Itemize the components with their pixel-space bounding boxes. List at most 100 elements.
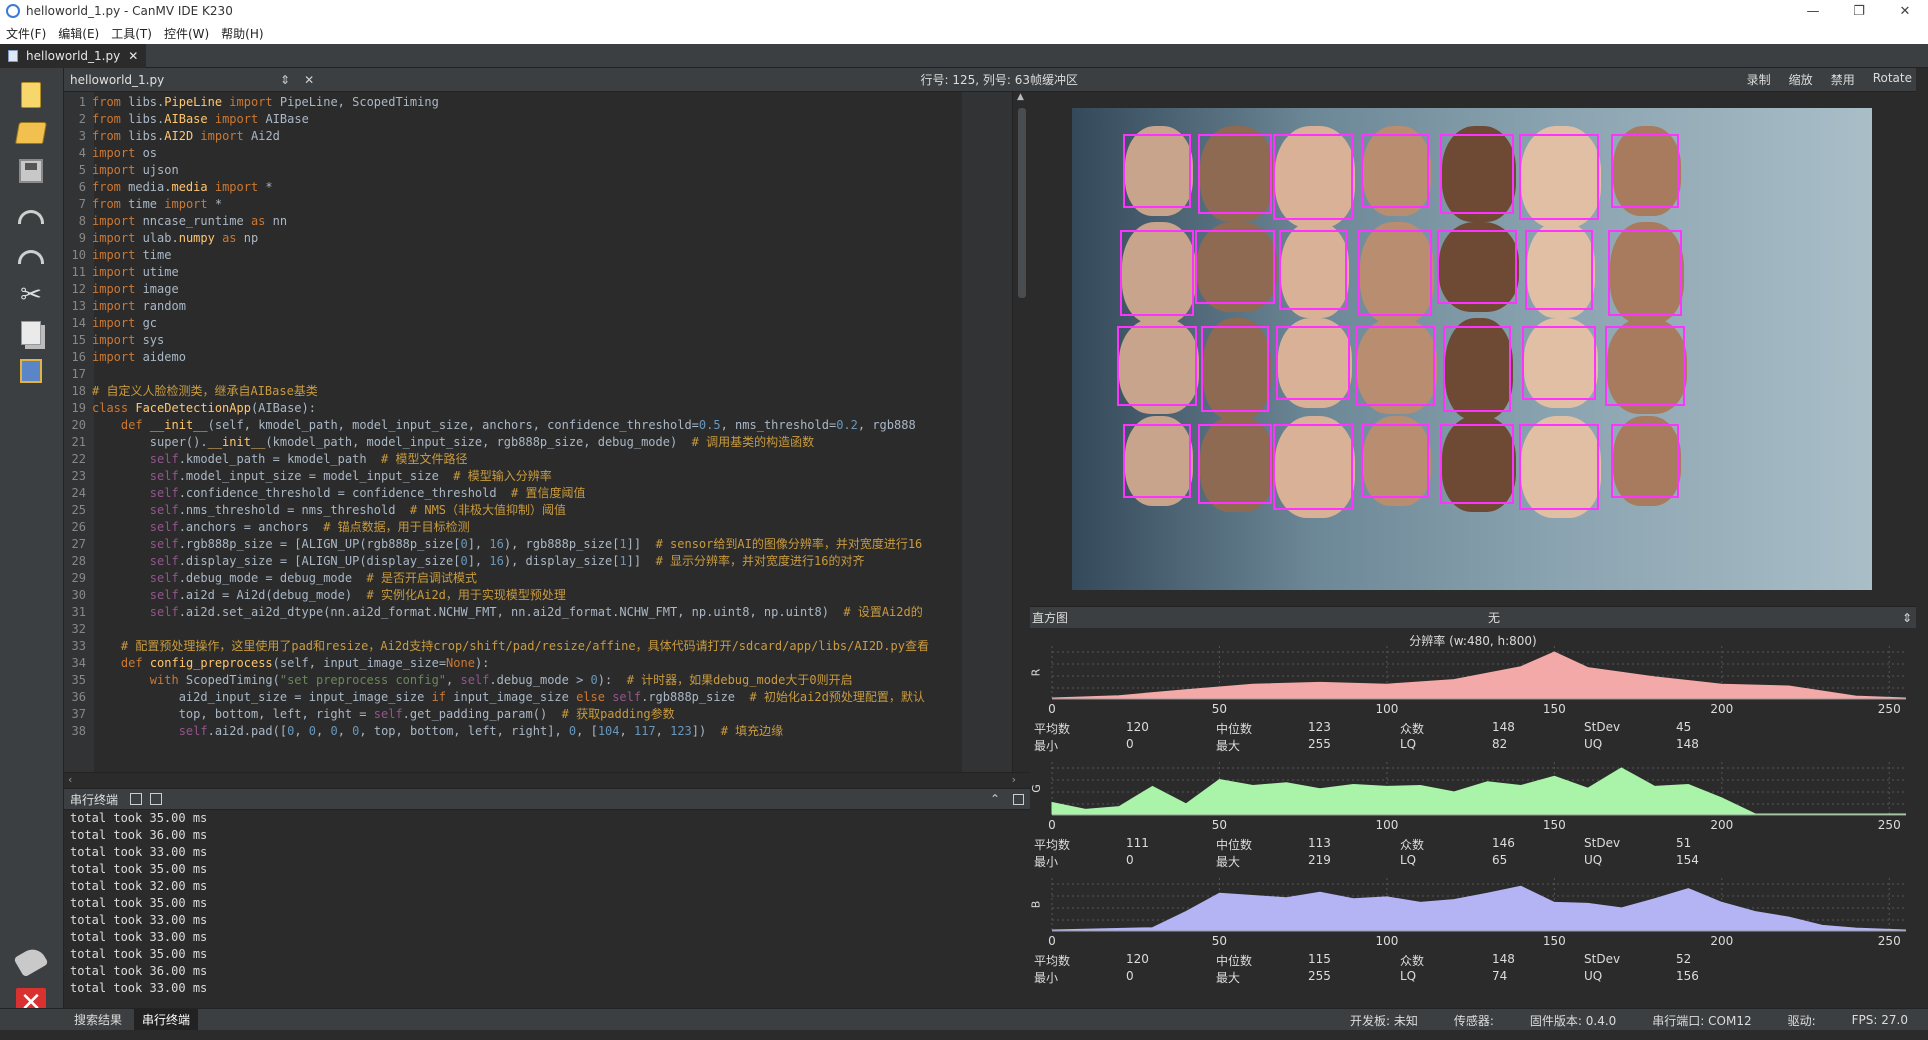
code-text: self.ai2d.pad([0, 0, 0, 0, top, bottom, … — [178, 724, 784, 738]
stat-cell: UQ — [1584, 737, 1603, 751]
driver-status: 驱动: — [1787, 1013, 1816, 1028]
close-window-button[interactable]: ✕ — [1882, 0, 1928, 22]
scroll-left-icon[interactable]: ‹ — [68, 773, 72, 786]
file-tab[interactable]: helloworld_1.py ✕ — [0, 43, 147, 68]
framebuffer-actions: 录制 缩放 禁用 Rotate — [1747, 71, 1912, 88]
disable-button[interactable]: 禁用 — [1831, 71, 1855, 88]
terminal-line: total took 35.00 ms — [70, 947, 208, 961]
line-number: 16 — [71, 350, 86, 364]
cut-button[interactable]: ✂ — [14, 278, 48, 312]
line-number: 27 — [71, 537, 86, 551]
file-switch-icon[interactable]: ⇕ — [280, 73, 290, 87]
line-number: 9 — [78, 231, 86, 245]
code-line: 19 class FaceDetectionApp(AIBase): — [64, 400, 1020, 417]
editor-horizontal-scrollbar[interactable]: ‹ › — [64, 772, 1030, 788]
maximize-pane-icon[interactable] — [1013, 793, 1024, 805]
app-icon — [6, 4, 20, 18]
x-tick-labels: 0 50 100 150 200 250 — [1030, 934, 1916, 948]
menu-tools[interactable]: 工具(T) — [105, 25, 158, 42]
face-detection-box — [1198, 424, 1272, 504]
line-number: 15 — [71, 333, 86, 347]
stats-row: 最小 0 最大 219 LQ 65 UQ 154 — [1030, 853, 1916, 870]
undo-button[interactable] — [14, 200, 48, 234]
close-editor-button[interactable]: ✕ — [304, 73, 314, 87]
code-line: 6 from media.media import * — [64, 179, 1020, 196]
editor-vertical-scrollbar[interactable]: ▲ — [1012, 92, 1030, 772]
code-line: 3 from libs.AI2D import Ai2d — [64, 128, 1020, 145]
new-file-icon — [21, 82, 41, 108]
menu-widgets[interactable]: 控件(W) — [158, 25, 215, 42]
collapse-up-icon[interactable]: ⌃ — [990, 792, 1000, 806]
code-line: 8 import nncase_runtime as nn — [64, 213, 1020, 230]
rotate-button[interactable]: Rotate — [1873, 71, 1912, 88]
save-icon — [19, 159, 43, 183]
face-detection-box — [1361, 424, 1429, 498]
line-number: 4 — [78, 146, 86, 160]
line-number: 31 — [71, 605, 86, 619]
face-detection-box — [1273, 134, 1353, 220]
face-detection-box — [1361, 134, 1429, 208]
zoom-button[interactable]: 缩放 — [1789, 71, 1813, 88]
terminal-input-icon[interactable] — [130, 793, 143, 805]
menu-edit[interactable]: 编辑(E) — [52, 25, 105, 42]
save-button[interactable] — [14, 154, 48, 188]
face-detection-box — [1276, 326, 1350, 400]
face-detection-box — [1522, 326, 1596, 400]
select-arrow-icon[interactable]: ⇕ — [1902, 611, 1912, 625]
serial-terminal[interactable]: total took 35.00 ms total took 36.00 ms to… — [64, 810, 1020, 1006]
line-number: 8 — [78, 214, 86, 228]
connect-button[interactable] — [13, 944, 49, 978]
code-line: 21 super().__init__(kmodel_path, model_i… — [64, 434, 1020, 451]
x-tick-label: 200 — [1710, 934, 1734, 948]
code-text: # 自定义人脸检测类，继承自AIBase基类 — [92, 384, 318, 398]
histogram-stats: 平均数 120 中位数 123 众数 148 StDev 45 最小 0 最大 255 LQ 82 UQ 14… — [1030, 720, 1916, 754]
copy-button[interactable] — [14, 316, 48, 350]
code-line: 15 import sys — [64, 332, 1020, 349]
file-tab-close-button[interactable]: ✕ — [128, 49, 138, 63]
x-tick-label: 250 — [1877, 702, 1901, 716]
tab-serial-terminal[interactable]: 串行终端 — [134, 1009, 199, 1030]
stat-cell: LQ — [1400, 853, 1417, 867]
code-line: 12 import image — [64, 281, 1020, 298]
code-text: from time import * — [92, 197, 223, 211]
code-text: def __init__(self, kmodel_path, model_in… — [120, 418, 916, 432]
face-detection-box — [1201, 326, 1269, 412]
line-number: 6 — [78, 180, 86, 194]
line-number: 12 — [71, 282, 86, 296]
face-detection-box — [1120, 230, 1194, 316]
code-line: 29 self.debug_mode = debug_mode # 是否开启调试… — [64, 570, 1020, 587]
face-detection-box — [1440, 424, 1514, 504]
scroll-right-icon[interactable]: › — [1012, 773, 1016, 786]
code-text: self.model_input_size = model_input_size… — [149, 469, 552, 483]
face-detection-box — [1437, 230, 1517, 304]
stats-row: 平均数 111 中位数 113 众数 146 StDev 51 — [1030, 836, 1916, 853]
x-tick-label: 50 — [1211, 934, 1228, 948]
code-text: self.kmodel_path = kmodel_path # 模型文件路径 — [149, 452, 468, 466]
line-number: 18 — [71, 384, 86, 398]
redo-button[interactable] — [14, 240, 48, 274]
stat-cell: 51 — [1676, 836, 1692, 850]
face-detection-box — [1198, 134, 1272, 214]
code-line: 34 def config_preprocess(self, input_ima… — [64, 655, 1020, 672]
code-text: self.anchors = anchors # 锚点数据，用于目标检测 — [149, 520, 470, 534]
record-button[interactable]: 录制 — [1747, 71, 1771, 88]
paste-button[interactable] — [14, 354, 48, 388]
histogram-mode-select[interactable]: 无 — [1488, 609, 1500, 626]
scroll-up-icon[interactable]: ▲ — [1017, 92, 1024, 102]
code-editor[interactable]: 1 from libs.PipeLine import PipeLine, Sco… — [64, 92, 1020, 772]
menu-help[interactable]: 帮助(H) — [215, 25, 269, 42]
stat-cell: 74 — [1492, 969, 1508, 983]
face-detection-box — [1123, 424, 1191, 498]
terminal-line: total took 35.00 ms — [70, 896, 208, 910]
minimize-button[interactable]: — — [1790, 0, 1836, 22]
tab-search-results[interactable]: 搜索结果 — [66, 1009, 130, 1030]
maximize-button[interactable]: ❐ — [1836, 0, 1882, 22]
terminal-save-icon[interactable] — [150, 793, 163, 805]
stat-cell: 154 — [1676, 853, 1699, 867]
framebuffer-header: 帧缓冲区 录制 缩放 禁用 Rotate — [1030, 68, 1916, 92]
menu-file[interactable]: 文件(F) — [0, 25, 52, 42]
open-file-button[interactable] — [14, 116, 48, 150]
scroll-thumb[interactable] — [1018, 108, 1026, 298]
line-number: 20 — [71, 418, 86, 432]
new-file-button[interactable] — [14, 78, 48, 112]
